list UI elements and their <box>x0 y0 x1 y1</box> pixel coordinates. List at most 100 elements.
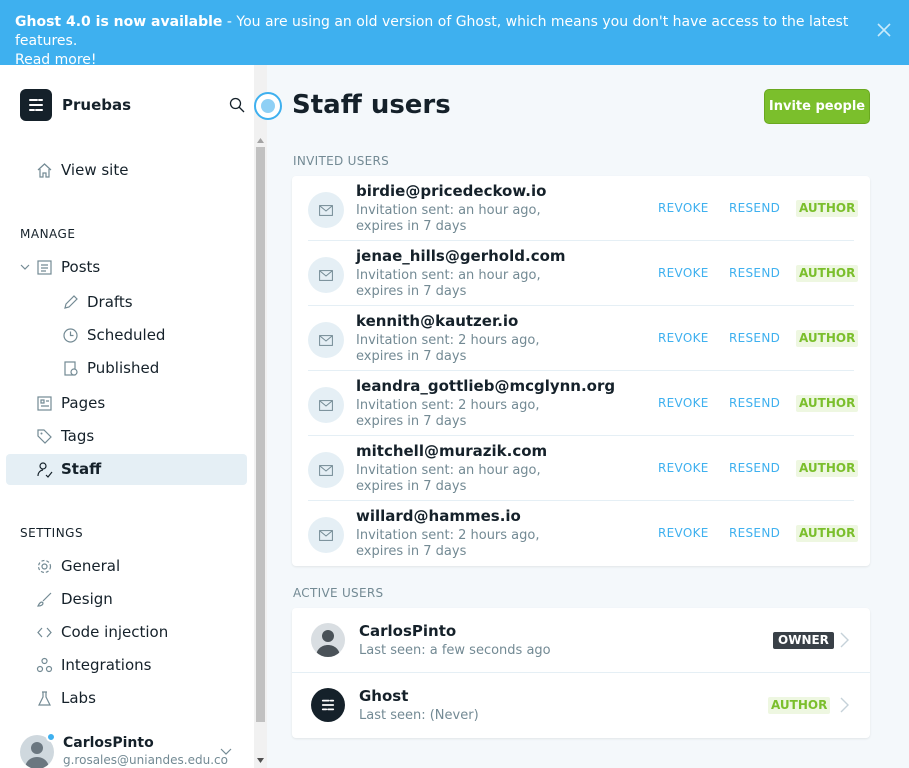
active-user-name: Ghost <box>359 687 409 705</box>
invited-user-row: jenae_hills@gerhold.com Invitation sent: … <box>308 241 859 306</box>
nav-posts-label: Posts <box>61 258 101 276</box>
nav-design-label: Design <box>61 590 113 608</box>
clock-icon <box>63 327 78 343</box>
active-user-row[interactable]: Ghost Last seen: (Never) AUTHOR <box>292 673 870 738</box>
nav-drafts-label: Drafts <box>87 293 133 311</box>
nav-scheduled-label: Scheduled <box>87 326 166 344</box>
invited-email: jenae_hills@gerhold.com <box>356 247 566 265</box>
code-icon <box>37 627 52 637</box>
manage-section-title: MANAGE <box>20 227 76 241</box>
sidebar: Pruebas View site MANAGE Posts Drafts Sc… <box>0 65 267 768</box>
integrations-icon <box>36 657 53 672</box>
revoke-button[interactable]: REVOKE <box>658 526 709 540</box>
invited-email: leandra_gottlieb@mcglynn.org <box>356 377 616 395</box>
user-name: CarlosPinto <box>63 735 154 751</box>
nav-general-label: General <box>61 557 121 575</box>
resend-button[interactable]: RESEND <box>729 201 780 215</box>
nav-design[interactable]: Design <box>36 587 113 611</box>
nav-scheduled[interactable]: Scheduled <box>62 323 165 347</box>
search-icon[interactable] <box>229 97 245 113</box>
revoke-button[interactable]: REVOKE <box>658 396 709 410</box>
nav-staff-label: Staff <box>61 460 102 478</box>
invited-email: willard@hammes.io <box>356 507 521 525</box>
role-badge: OWNER <box>773 632 834 649</box>
loading-spinner-icon <box>254 92 282 120</box>
posts-icon <box>37 259 52 275</box>
sidebar-scrollbar[interactable] <box>254 65 267 768</box>
nav-labs-label: Labs <box>61 689 96 707</box>
invitation-status: Invitation sent: an hour ago, expires in… <box>356 203 541 234</box>
nav-pages[interactable]: Pages <box>36 391 105 415</box>
invited-user-row: willard@hammes.io Invitation sent: 2 hour… <box>308 501 859 566</box>
site-logo-icon <box>20 89 52 121</box>
scrollbar-thumb[interactable] <box>256 147 265 722</box>
invited-user-row: birdie@pricedeckow.io Invitation sent: an… <box>308 176 859 241</box>
pencil-icon <box>64 294 78 309</box>
resend-button[interactable]: RESEND <box>729 331 780 345</box>
invited-user-row: mitchell@murazik.com Invitation sent: an … <box>308 436 859 501</box>
user-menu[interactable]: CarlosPinto g.rosales@uniandes.edu.co <box>20 732 232 768</box>
chevron-right-icon[interactable] <box>840 632 849 648</box>
resend-button[interactable]: RESEND <box>729 526 780 540</box>
invitation-status: Invitation sent: 2 hours ago, expires in… <box>356 398 540 429</box>
nav-general[interactable]: General <box>36 554 120 578</box>
settings-section-title: SETTINGS <box>20 526 84 540</box>
pages-icon <box>37 395 52 411</box>
nav-view-site-label: View site <box>61 161 129 179</box>
resend-button[interactable]: RESEND <box>729 266 780 280</box>
revoke-button[interactable]: REVOKE <box>658 461 709 475</box>
nav-integrations-label: Integrations <box>61 656 152 674</box>
nav-labs[interactable]: Labs <box>36 686 96 710</box>
update-banner: Ghost 4.0 is now available - You are usi… <box>0 0 909 68</box>
user-avatar <box>311 623 345 657</box>
invited-users-label: INVITED USERS <box>293 154 390 168</box>
scroll-up-icon[interactable] <box>257 138 264 143</box>
resend-button[interactable]: RESEND <box>729 461 780 475</box>
ghost-logo-icon <box>311 688 345 722</box>
role-badge: AUTHOR <box>796 200 859 217</box>
chevron-down-icon[interactable] <box>20 262 30 272</box>
nav-tags[interactable]: Tags <box>36 424 94 448</box>
page-title: Staff users <box>292 90 451 120</box>
close-icon[interactable] <box>877 23 891 37</box>
role-badge: AUTHOR <box>796 460 859 477</box>
role-badge: AUTHOR <box>796 395 859 412</box>
chevron-down-icon[interactable] <box>220 747 232 757</box>
site-brand[interactable]: Pruebas <box>20 89 131 121</box>
nav-code-injection[interactable]: Code injection <box>36 620 168 644</box>
brush-icon <box>37 592 52 607</box>
gear-icon <box>37 559 52 573</box>
nav-integrations[interactable]: Integrations <box>36 653 151 677</box>
active-user-row[interactable]: CarlosPinto Last seen: a few seconds ago O… <box>292 608 870 673</box>
banner-headline: Ghost 4.0 is now available <box>15 14 223 30</box>
nav-staff[interactable]: Staff <box>36 457 101 481</box>
nav-pages-label: Pages <box>61 394 106 412</box>
invitation-status: Invitation sent: an hour ago, expires in… <box>356 268 541 299</box>
last-seen: Last seen: a few seconds ago <box>359 643 551 658</box>
nav-posts[interactable]: Posts <box>36 255 100 279</box>
scroll-down-icon[interactable] <box>257 758 264 763</box>
active-users-label: ACTIVE USERS <box>293 586 384 600</box>
revoke-button[interactable]: REVOKE <box>658 266 709 280</box>
invite-people-button[interactable]: Invite people <box>764 89 870 124</box>
notification-dot <box>46 732 56 742</box>
user-email: g.rosales@uniandes.edu.co <box>63 753 228 767</box>
invited-email: birdie@pricedeckow.io <box>356 182 547 200</box>
last-seen: Last seen: (Never) <box>359 708 479 723</box>
role-badge: AUTHOR <box>796 525 859 542</box>
invited-email: kennith@kautzer.io <box>356 312 519 330</box>
nav-view-site[interactable]: View site <box>36 158 128 182</box>
invited-email: mitchell@murazik.com <box>356 442 548 460</box>
revoke-button[interactable]: REVOKE <box>658 201 709 215</box>
mail-icon <box>308 192 344 228</box>
mail-icon <box>308 517 344 553</box>
mail-icon <box>308 257 344 293</box>
nav-drafts[interactable]: Drafts <box>62 290 133 314</box>
nav-published[interactable]: Published <box>62 356 159 380</box>
invitation-status: Invitation sent: an hour ago, expires in… <box>356 463 541 494</box>
resend-button[interactable]: RESEND <box>729 396 780 410</box>
nav-published-label: Published <box>87 359 160 377</box>
chevron-right-icon[interactable] <box>840 697 849 713</box>
revoke-button[interactable]: REVOKE <box>658 331 709 345</box>
main-content: Staff users Invite people INVITED USERS … <box>254 65 909 768</box>
